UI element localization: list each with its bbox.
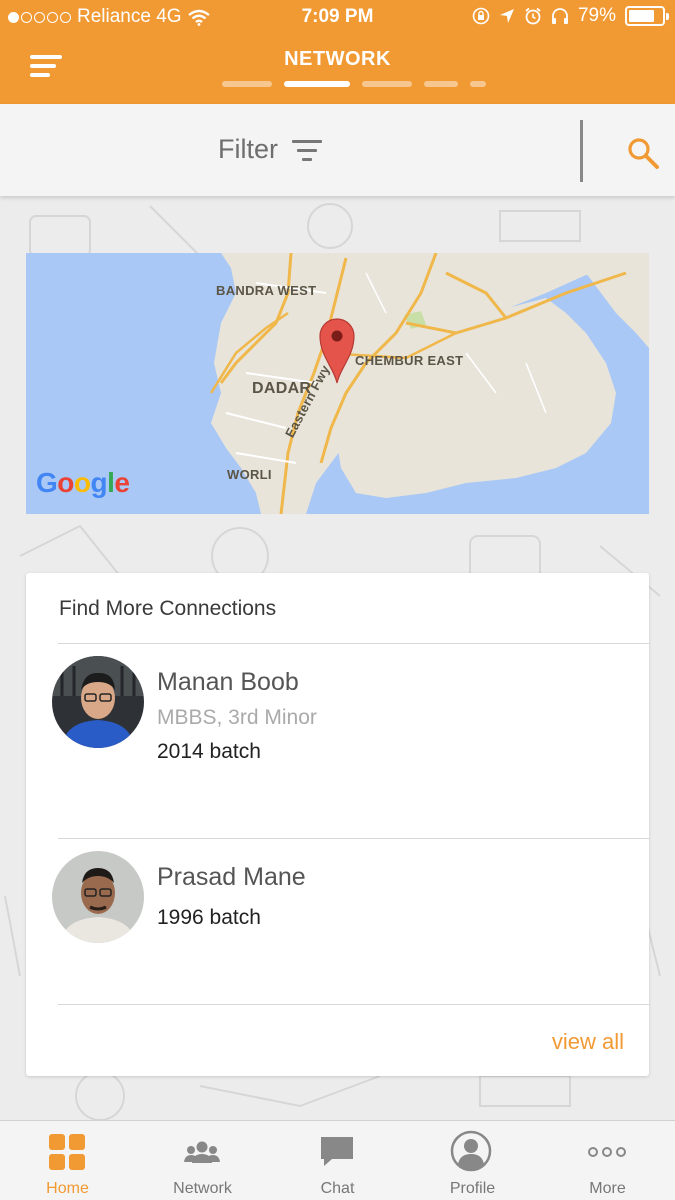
battery-percent: 79% bbox=[577, 5, 616, 26]
alarm-icon bbox=[525, 7, 541, 25]
divider bbox=[58, 1004, 649, 1005]
avatar[interactable] bbox=[52, 656, 144, 748]
view-all-link[interactable]: view all bbox=[552, 1029, 624, 1055]
tab-profile[interactable]: Profile bbox=[405, 1121, 540, 1200]
google-logo: Google bbox=[36, 467, 130, 498]
people-icon bbox=[184, 1141, 220, 1163]
page-indicator bbox=[222, 81, 486, 87]
app-header: Reliance 4G 7:09 PM 79% NETWORK bbox=[0, 0, 675, 104]
chat-bubble-icon bbox=[321, 1137, 353, 1166]
connection-name[interactable]: Prasad Mane bbox=[157, 863, 306, 892]
tab-more[interactable]: More bbox=[540, 1121, 675, 1200]
connections-card: Find More Connections Manan Boob MBBS, 3… bbox=[26, 573, 649, 1076]
profile-icon bbox=[450, 1130, 492, 1172]
page-dot[interactable] bbox=[362, 81, 412, 87]
filter-button[interactable]: Filter bbox=[218, 134, 322, 165]
tab-home[interactable]: Home bbox=[0, 1121, 135, 1200]
status-bar: Reliance 4G 7:09 PM 79% bbox=[0, 0, 675, 34]
tab-label: More bbox=[589, 1180, 626, 1197]
tab-bar: Home Network Chat Profile More bbox=[0, 1120, 675, 1200]
card-title: Find More Connections bbox=[59, 597, 277, 620]
divider bbox=[580, 120, 583, 182]
map-label-chembur-east: CHEMBUR EAST bbox=[355, 353, 464, 368]
more-dots-icon bbox=[588, 1147, 626, 1157]
page-dot[interactable] bbox=[424, 81, 458, 87]
connection-batch: 1996 batch bbox=[157, 906, 261, 929]
map-label-bandra-west: BANDRA WEST bbox=[216, 283, 317, 298]
tab-label: Chat bbox=[320, 1180, 355, 1197]
tab-label: Profile bbox=[449, 1180, 496, 1197]
page-dot[interactable] bbox=[470, 81, 486, 87]
tab-label: Network bbox=[173, 1180, 232, 1197]
search-icon[interactable] bbox=[626, 136, 660, 170]
home-grid-icon bbox=[49, 1134, 85, 1170]
page-dot[interactable] bbox=[222, 81, 272, 87]
tab-label: Home bbox=[46, 1180, 89, 1197]
connection-item[interactable]: Manan Boob MBBS, 3rd Minor 2014 batch bbox=[26, 643, 649, 838]
tab-network[interactable]: Network bbox=[135, 1121, 270, 1200]
map-pin-icon[interactable] bbox=[318, 316, 356, 384]
tab-chat[interactable]: Chat bbox=[270, 1121, 405, 1200]
status-right: 79% bbox=[472, 5, 669, 27]
page-title: NETWORK bbox=[284, 48, 391, 70]
map-view[interactable]: BANDRA WEST CHEMBUR EAST DADAR WORLI Eas… bbox=[26, 253, 649, 514]
headphones-icon bbox=[551, 8, 568, 24]
connection-item[interactable]: Prasad Mane 1996 batch bbox=[26, 838, 649, 1004]
connection-name[interactable]: Manan Boob bbox=[157, 668, 299, 697]
filter-label: Filter bbox=[218, 134, 278, 164]
filter-icon bbox=[292, 139, 322, 161]
avatar[interactable] bbox=[52, 851, 144, 943]
location-arrow-icon bbox=[499, 9, 514, 23]
map-label-worli: WORLI bbox=[227, 467, 272, 482]
page-dot[interactable] bbox=[284, 81, 350, 87]
battery-icon bbox=[625, 6, 669, 26]
connection-course: MBBS, 3rd Minor bbox=[157, 706, 317, 729]
filter-bar: Filter bbox=[0, 104, 675, 196]
connection-batch: 2014 batch bbox=[157, 740, 261, 763]
rotation-lock-icon bbox=[472, 7, 490, 25]
